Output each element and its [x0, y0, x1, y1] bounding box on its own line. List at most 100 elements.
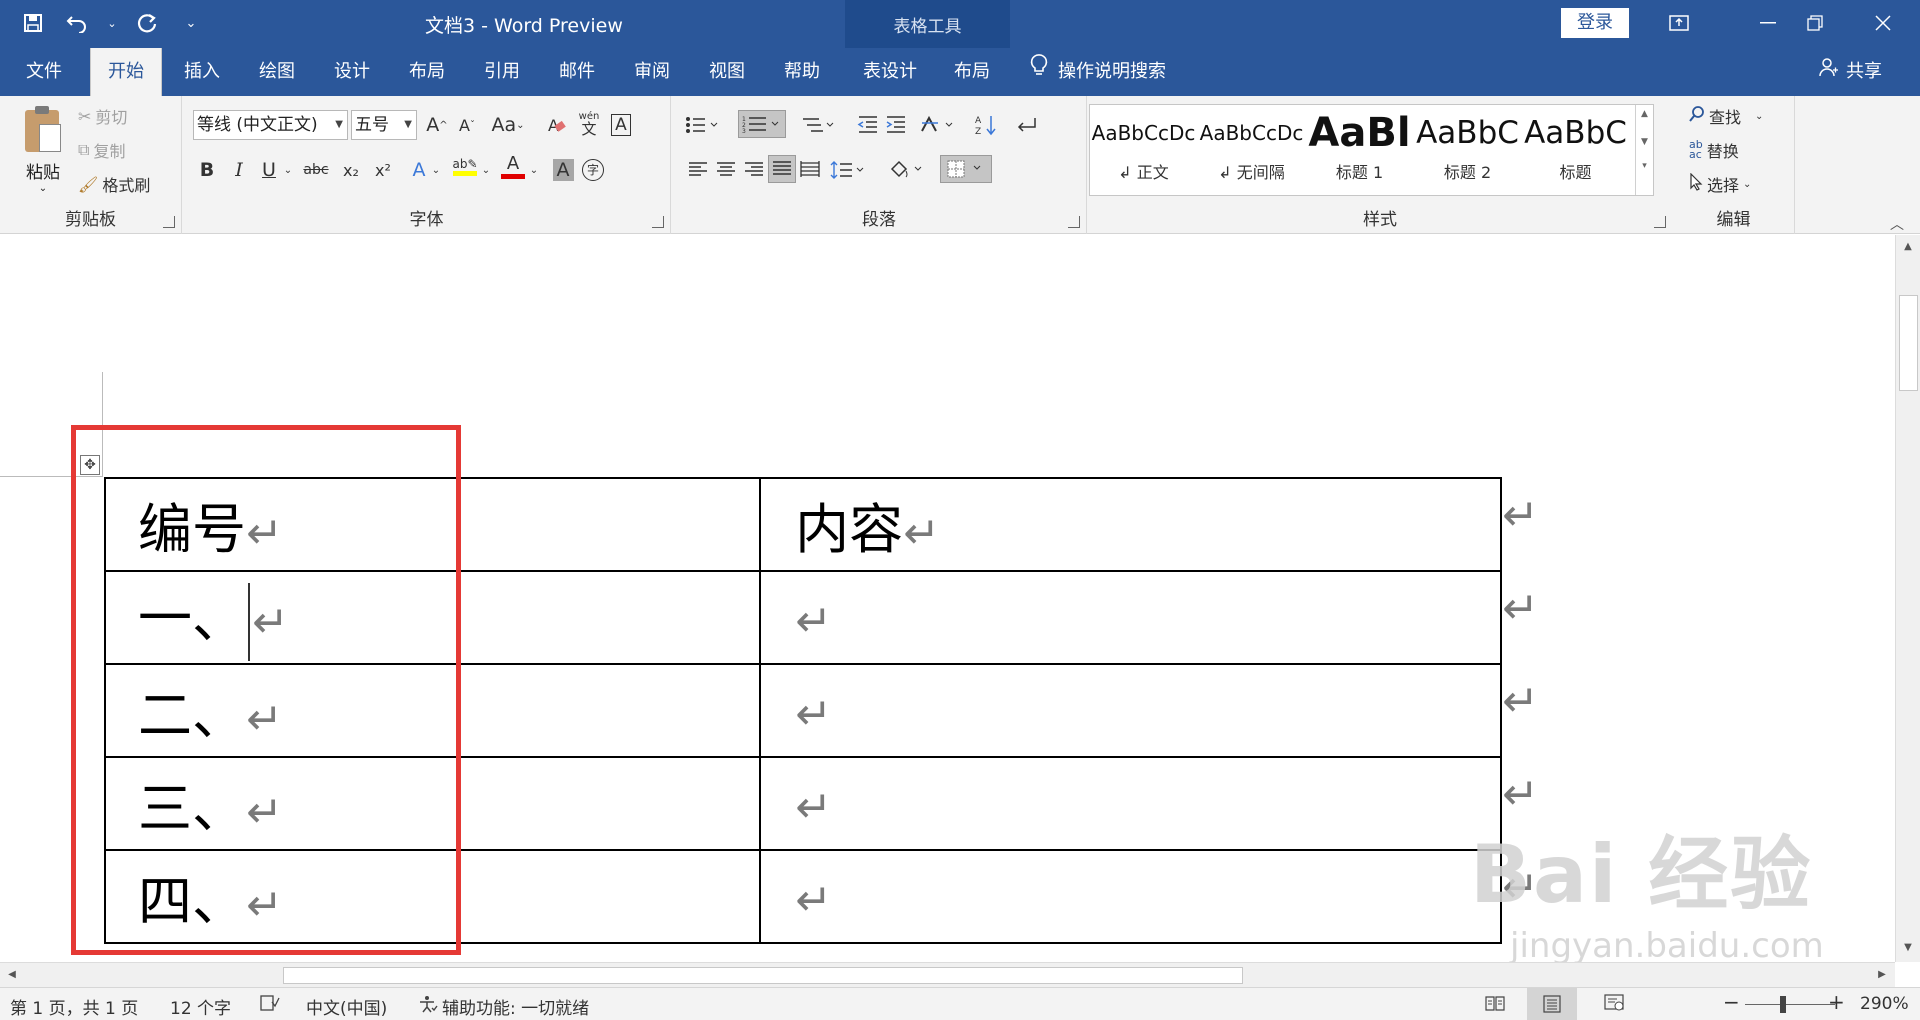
tab-table-layout[interactable]: 布局 [940, 48, 1004, 96]
proofing-icon[interactable] [260, 994, 280, 1017]
accessibility-status[interactable]: 辅助功能: 一切就绪 [418, 994, 589, 1019]
distributed-icon[interactable] [796, 156, 824, 184]
customize-qat-icon[interactable]: ⌄ [176, 8, 206, 38]
page-count[interactable]: 第 1 页，共 1 页 [10, 994, 138, 1019]
ribbon-display-options-icon[interactable] [1656, 6, 1702, 40]
web-layout-icon[interactable] [1604, 994, 1626, 1017]
tab-view[interactable]: 视图 [695, 48, 759, 96]
chinese-layout-icon[interactable] [918, 111, 958, 139]
copy-button[interactable]: ⧉ 复制 [78, 138, 125, 162]
scroll-down-icon[interactable]: ▼ [1898, 938, 1918, 958]
font-color-button[interactable]: A [499, 152, 527, 180]
chevron-down-icon[interactable]: ⌄ [479, 156, 493, 184]
replace-button[interactable]: ab ac 替换 [1689, 138, 1739, 162]
tab-layout[interactable]: 布局 [395, 48, 459, 96]
zoom-level[interactable]: 290% [1860, 994, 1909, 1014]
more-styles-icon[interactable]: ▾ [1636, 161, 1653, 171]
save-icon[interactable] [18, 8, 48, 38]
dialog-launcher-icon[interactable] [1654, 216, 1666, 228]
style-heading-2[interactable]: AaBbC 标题 2 [1414, 105, 1521, 195]
read-mode-icon[interactable] [1484, 994, 1506, 1017]
horizontal-scrollbar[interactable]: ◀ ▶ [0, 962, 1895, 987]
chevron-down-icon[interactable]: ⌄ [281, 156, 295, 184]
zoom-in-button[interactable]: + [1828, 990, 1845, 1014]
find-button[interactable]: 查找 ⌄ [1689, 104, 1763, 128]
grow-font-button[interactable]: A ^ [423, 111, 451, 139]
align-center-icon[interactable] [712, 156, 740, 184]
share-button[interactable]: 共享 [1818, 48, 1882, 96]
tab-help[interactable]: 帮助 [770, 48, 834, 96]
style-no-spacing[interactable]: AaBbCcDc ↲ 无间隔 [1198, 105, 1305, 195]
chevron-up-icon[interactable]: ▲ [1636, 109, 1653, 119]
line-spacing-icon[interactable] [828, 156, 868, 184]
scroll-thumb[interactable] [283, 967, 1243, 984]
close-icon[interactable] [1860, 6, 1906, 40]
tell-me-search[interactable]: 操作说明搜索 [1030, 48, 1166, 96]
tab-file[interactable]: 文件 [12, 48, 76, 96]
sort-icon[interactable]: AZ [972, 111, 1000, 139]
increase-indent-icon[interactable] [882, 111, 910, 139]
tab-mailings[interactable]: 邮件 [545, 48, 609, 96]
format-painter-button[interactable]: 🖌 格式刷 [78, 172, 150, 196]
highlight-color-button[interactable]: ab✎ [451, 152, 479, 180]
chevron-down-icon[interactable]: ⌄ [429, 156, 443, 184]
scroll-thumb[interactable] [1899, 295, 1918, 391]
cut-button[interactable]: ✂ 剪切 [78, 104, 127, 128]
multilevel-list-icon[interactable] [798, 111, 838, 139]
underline-button[interactable]: U [255, 156, 283, 184]
scroll-right-icon[interactable]: ▶ [1872, 965, 1892, 985]
chevron-down-icon[interactable]: ▼ [1636, 137, 1653, 147]
login-button[interactable]: 登录 [1561, 8, 1629, 38]
word-count[interactable]: 12 个字 [170, 994, 231, 1019]
vertical-scrollbar[interactable]: ▲ ▼ [1895, 235, 1920, 962]
tab-draw[interactable]: 绘图 [245, 48, 309, 96]
restore-icon[interactable] [1792, 6, 1838, 40]
style-normal[interactable]: AaBbCcDc ↲ 正文 [1090, 105, 1197, 195]
superscript-button[interactable]: x² [369, 156, 397, 184]
clear-formatting-icon[interactable]: A [543, 111, 571, 139]
phonetic-guide-button[interactable]: wén 文 [575, 109, 603, 137]
font-size-combo[interactable]: 五号 ▼ [351, 110, 417, 140]
align-right-icon[interactable] [740, 156, 768, 184]
scroll-left-icon[interactable]: ◀ [2, 965, 22, 985]
dialog-launcher-icon[interactable] [652, 216, 664, 228]
change-case-button[interactable]: Aa ⌄ [488, 111, 528, 139]
show-formatting-marks-icon[interactable] [1012, 111, 1040, 139]
dialog-launcher-icon[interactable] [163, 216, 175, 228]
justify-icon[interactable] [768, 155, 796, 183]
shading-icon[interactable] [886, 156, 926, 184]
dialog-launcher-icon[interactable] [1068, 216, 1080, 228]
undo-icon[interactable] [62, 8, 92, 38]
zoom-slider-thumb[interactable] [1780, 996, 1786, 1013]
tab-table-design[interactable]: 表设计 [850, 48, 930, 96]
character-border-icon[interactable]: A [607, 111, 635, 139]
font-name-combo[interactable]: 等线 (中文正文) ▼ [193, 110, 348, 140]
style-heading-1[interactable]: AaBl 标题 1 [1306, 105, 1413, 195]
tab-insert[interactable]: 插入 [170, 48, 234, 96]
table-cell[interactable]: ↵ [759, 570, 1502, 665]
minimize-icon[interactable] [1745, 6, 1791, 40]
chevron-down-icon[interactable]: ⌄ [527, 156, 541, 184]
tab-review[interactable]: 审阅 [620, 48, 684, 96]
shrink-font-button[interactable]: Aˇ [453, 111, 481, 139]
redo-icon[interactable] [132, 8, 162, 38]
collapse-ribbon-icon[interactable]: ︿ [1890, 214, 1904, 234]
numbering-icon[interactable]: 123 [738, 110, 786, 138]
print-layout-icon[interactable] [1527, 988, 1577, 1020]
decrease-indent-icon[interactable] [854, 111, 882, 139]
subscript-button[interactable]: x₂ [337, 156, 365, 184]
table-cell[interactable]: ↵ [759, 663, 1502, 758]
table-cell[interactable]: 内容↵ [759, 477, 1502, 572]
chevron-down-icon[interactable]: ⌄ [106, 8, 118, 38]
align-left-icon[interactable] [684, 156, 712, 184]
borders-icon[interactable] [940, 155, 992, 183]
enclose-characters-button[interactable]: 字 [579, 156, 607, 184]
zoom-out-button[interactable]: − [1723, 990, 1740, 1014]
zoom-slider[interactable] [1745, 1004, 1835, 1005]
bold-button[interactable]: B [193, 156, 221, 184]
style-title[interactable]: AaBbC 标题 [1522, 105, 1629, 195]
table-cell[interactable]: ↵ [759, 849, 1502, 944]
bullets-icon[interactable] [682, 111, 722, 139]
tab-home[interactable]: 开始 [90, 48, 162, 96]
character-shading-button[interactable]: A [549, 156, 577, 184]
